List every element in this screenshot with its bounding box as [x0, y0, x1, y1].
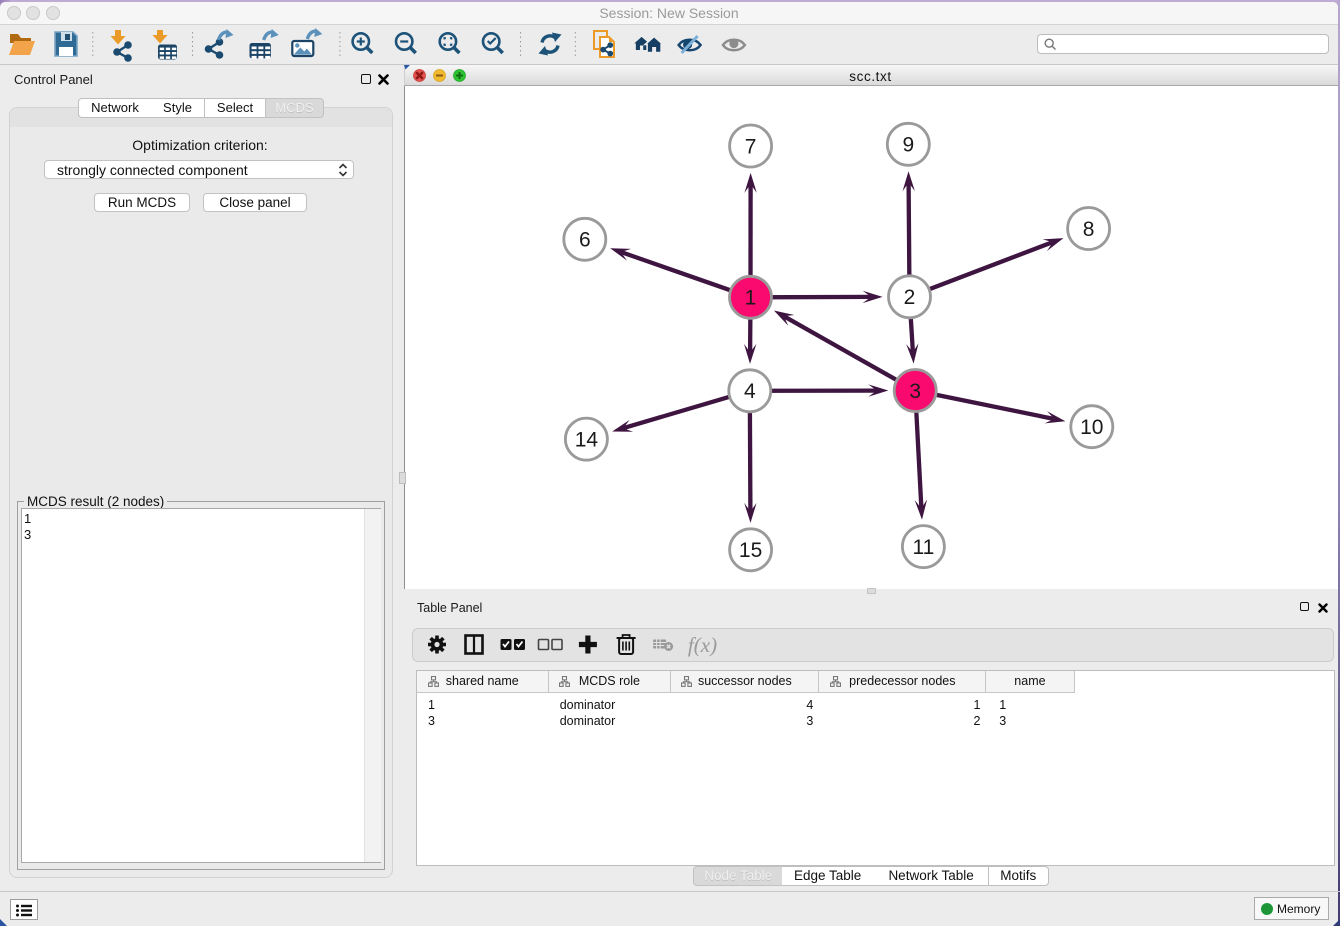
svg-text:6: 6: [579, 229, 591, 252]
svg-text:9: 9: [902, 134, 914, 157]
svg-text:3: 3: [909, 380, 921, 403]
svg-text:7: 7: [745, 135, 757, 158]
svg-text:14: 14: [575, 428, 599, 451]
svg-text:15: 15: [739, 539, 762, 562]
svg-text:10: 10: [1080, 416, 1103, 439]
svg-text:4: 4: [744, 380, 756, 403]
svg-text:2: 2: [904, 286, 916, 309]
svg-text:1: 1: [745, 287, 757, 310]
svg-text:f(x): f(x): [688, 633, 717, 657]
svg-text:11: 11: [912, 536, 934, 559]
svg-text:8: 8: [1083, 218, 1095, 241]
